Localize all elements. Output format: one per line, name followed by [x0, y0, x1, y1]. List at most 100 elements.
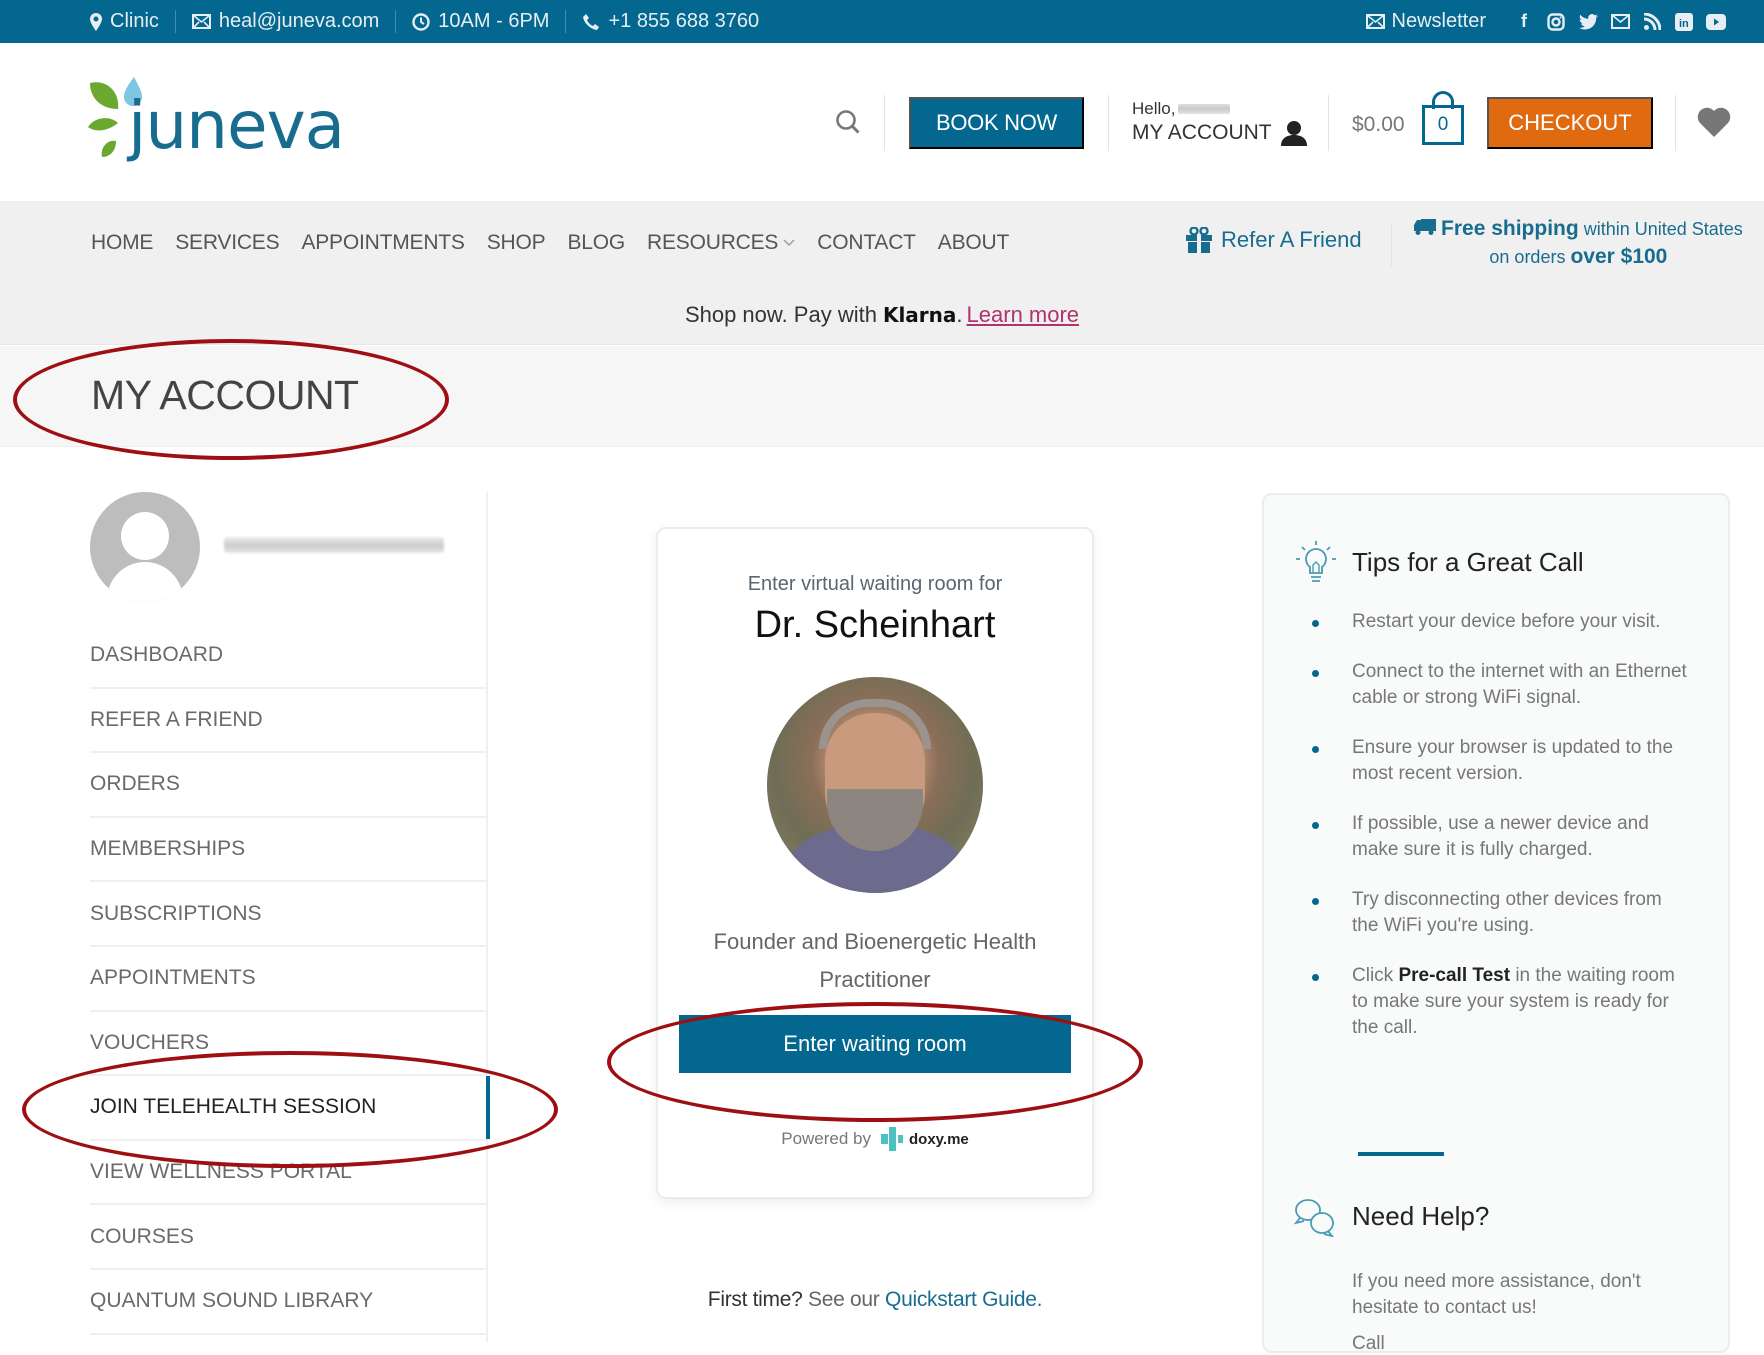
clinic-link[interactable]: Clinic — [90, 10, 176, 33]
truck-icon — [1414, 219, 1436, 235]
email-link[interactable]: heal@juneva.com — [176, 10, 397, 33]
enter-for-label: Enter virtual waiting room for — [747, 573, 1003, 595]
redacted-username — [224, 537, 444, 553]
nav-shop[interactable]: SHOP — [487, 231, 546, 255]
nav-contact[interactable]: CONTACT — [817, 231, 916, 255]
learn-more-link[interactable]: Learn more — [967, 302, 1080, 328]
enter-waiting-room-button[interactable]: Enter waiting room — [679, 1015, 1071, 1073]
phone-label: +1 855 688 3760 — [608, 10, 760, 32]
sidebar-item-view-wellness-portal[interactable]: VIEW WELLNESS PORTAL — [90, 1141, 488, 1206]
doxy-logo-icon — [881, 1127, 904, 1151]
svg-text:in: in — [1679, 18, 1689, 30]
first-time-note: First time? See our Quickstart Guide. — [656, 1288, 1094, 1312]
twitter-icon[interactable] — [1578, 12, 1598, 32]
help-text: If you need more assistance, don't hesit… — [1352, 1271, 1641, 1318]
juneva-logo[interactable]: juneva — [88, 77, 348, 177]
call-label: Call — [1352, 1333, 1385, 1354]
sidebar-item-appointments[interactable]: APPOINTMENTS — [90, 947, 488, 1012]
doxy-logo[interactable]: doxy.me — [881, 1127, 969, 1151]
page-title: MY ACCOUNT — [91, 372, 359, 418]
chevron-down-icon — [783, 239, 795, 246]
nav-about[interactable]: ABOUT — [938, 231, 1010, 255]
clinic-label: Clinic — [110, 10, 159, 32]
pre-call-test: Pre-call Test — [1398, 965, 1511, 986]
envelope-icon — [1365, 14, 1385, 29]
divider — [1675, 95, 1676, 151]
tips-panel: Tips for a Great Call Restart your devic… — [1262, 493, 1730, 1354]
klarna-dot: . — [956, 301, 963, 327]
map-pin-icon — [90, 12, 102, 31]
cart-button[interactable]: 0 — [1422, 91, 1464, 145]
ship-rest: within United States — [1578, 219, 1743, 239]
divider — [1108, 95, 1109, 151]
first-time-text: See our — [802, 1288, 886, 1311]
checkout-button[interactable]: CHECKOUT — [1487, 97, 1653, 149]
refer-label: Refer A Friend — [1221, 227, 1362, 252]
hello-label: Hello, — [1132, 99, 1176, 118]
klarna-brand: Klarna — [882, 302, 957, 327]
tip-item: Restart your device before your visit. — [1312, 609, 1692, 635]
sidebar-item-join-telehealth-session[interactable]: JOIN TELEHEALTH SESSION — [90, 1076, 490, 1141]
tip-item: Connect to the internet with an Ethernet… — [1312, 659, 1692, 711]
divider — [884, 95, 885, 151]
sidebar-item-refer-a-friend[interactable]: REFER A FRIEND — [90, 689, 488, 754]
rss-icon[interactable] — [1642, 12, 1662, 32]
nav-home[interactable]: HOME — [91, 231, 153, 255]
tips-list: Restart your device before your visit. C… — [1312, 609, 1692, 1065]
sidebar-item-dashboard[interactable]: DASHBOARD — [90, 624, 488, 689]
linkedin-icon[interactable]: in — [1674, 12, 1694, 32]
clock-icon — [412, 12, 430, 31]
cart-count: 0 — [1437, 114, 1449, 135]
cart-total: $0.00 — [1352, 113, 1405, 136]
newsletter-link[interactable]: Newsletter — [1365, 10, 1486, 33]
youtube-icon[interactable] — [1706, 12, 1726, 32]
klarna-text: Shop now. Pay with — [684, 301, 877, 327]
sidebar-item-orders[interactable]: ORDERS — [90, 753, 488, 818]
avatar — [90, 492, 200, 602]
sidebar-item-courses[interactable]: COURSES — [90, 1205, 488, 1270]
my-account-link[interactable]: Hello, MY ACCOUNT — [1132, 99, 1308, 146]
my-account-label: MY ACCOUNT — [1132, 121, 1272, 144]
waiting-room-card: Enter virtual waiting room for Dr. Schei… — [656, 527, 1094, 1199]
doctor-name: Dr. Scheinhart — [754, 604, 996, 646]
powered-by-label: Powered by — [781, 1129, 872, 1148]
doxy-brand: doxy.me — [909, 1130, 969, 1148]
first-time-bold: First time? — [707, 1288, 803, 1311]
sidebar-item-quantum-sound-library[interactable]: QUANTUM SOUND LIBRARY — [90, 1270, 488, 1335]
ship-line2: on orders — [1489, 247, 1571, 267]
sidebar-item-vouchers[interactable]: VOUCHERS — [90, 1012, 488, 1077]
refer-a-friend-link[interactable]: Refer A Friend — [1185, 227, 1362, 253]
nav-resources-label: RESOURCES — [647, 231, 779, 254]
email-icon[interactable] — [1610, 12, 1630, 32]
site-header: juneva BOOK NOW Hello, MY ACCOUNT $0.00 … — [0, 43, 1764, 201]
book-now-button[interactable]: BOOK NOW — [909, 97, 1084, 149]
top-bar: Clinic heal@juneva.com 10AM - 6PM +1 855… — [0, 0, 1764, 43]
lightbulb-icon — [1296, 541, 1336, 582]
tip-item: If possible, use a newer device and make… — [1312, 811, 1692, 863]
doctor-role: Founder and Bioenergetic Health Practiti… — [713, 929, 1037, 992]
nav-resources[interactable]: RESOURCES — [647, 231, 795, 255]
free-shipping-notice: Free shipping within United States on or… — [1414, 215, 1743, 271]
user-icon — [1280, 121, 1307, 146]
tip-item: Click Pre-call Test in the waiting room … — [1312, 963, 1692, 1041]
nav-appointments[interactable]: APPOINTMENTS — [301, 231, 464, 255]
nav-services[interactable]: SERVICES — [175, 231, 279, 255]
sidebar-item-memberships[interactable]: MEMBERSHIPS — [90, 818, 488, 883]
facebook-icon[interactable]: f — [1514, 11, 1534, 32]
powered-by: Powered by doxy.me — [658, 1127, 1092, 1151]
instagram-icon[interactable] — [1546, 12, 1566, 32]
search-icon[interactable] — [835, 109, 861, 140]
heart-icon[interactable] — [1697, 107, 1731, 142]
phone-link[interactable]: +1 855 688 3760 — [566, 10, 775, 33]
section-divider — [1358, 1152, 1444, 1156]
quickstart-guide-link[interactable]: Quickstart Guide. — [885, 1288, 1042, 1311]
need-help-title: Need Help? — [1352, 1201, 1490, 1231]
tip-item: Ensure your browser is updated to the mo… — [1312, 735, 1692, 787]
nav-blog[interactable]: BLOG — [567, 231, 625, 255]
tips-title: Tips for a Great Call — [1352, 547, 1584, 577]
sidebar-item-subscriptions[interactable]: SUBSCRIPTIONS — [90, 882, 488, 947]
doctor-photo — [767, 677, 983, 893]
account-menu: DASHBOARD REFER A FRIEND ORDERS MEMBERSH… — [90, 624, 490, 1335]
hours-label: 10AM - 6PM — [438, 10, 550, 32]
divider — [1391, 223, 1392, 267]
